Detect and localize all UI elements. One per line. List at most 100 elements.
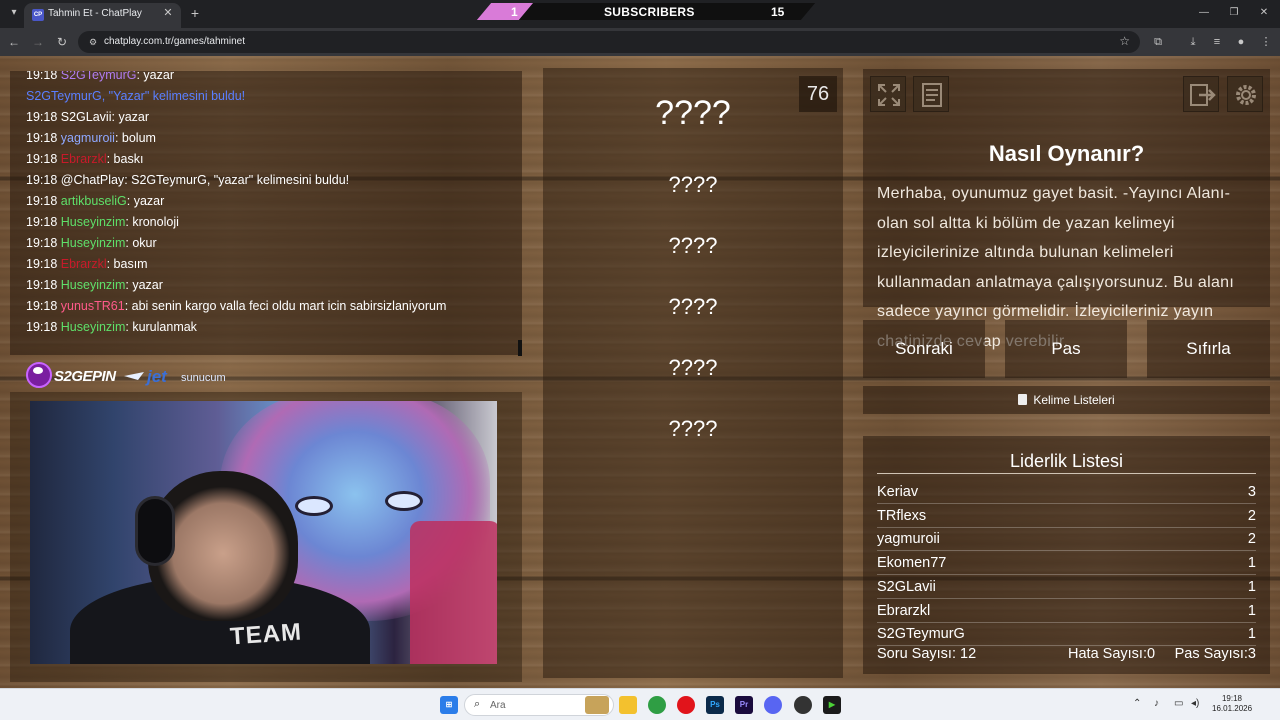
chat-username[interactable]: @ChatPlay [61, 173, 124, 187]
chat-username[interactable]: S2GLavii [61, 110, 112, 124]
chat-text: : yazar [126, 194, 165, 208]
game-page: 19:18 S2GTeymurG: yazar S2GTeymurG, "Yaza… [0, 56, 1280, 688]
new-tab-icon[interactable]: + [187, 5, 203, 21]
chat-message: 19:18 @ChatPlay: S2GTeymurG, "yazar" kel… [26, 172, 349, 188]
browser-tab[interactable]: CP Tahmin Et - ChatPlay ✕ [24, 3, 181, 28]
chat-username[interactable]: S2GTeymurG [61, 71, 137, 82]
taskbar-clock[interactable]: 19:18 16.01.2026 [1212, 694, 1252, 714]
leaderboard-name: TRflexs [877, 507, 927, 524]
tray-chevron-icon[interactable]: ⌃ [1133, 698, 1141, 709]
chat-username[interactable]: Huseyinzim [61, 236, 126, 250]
notes-icon[interactable] [913, 76, 949, 112]
hidden-word: ???? [668, 294, 718, 319]
chat-time: 19:18 [26, 278, 58, 292]
chat-text: : okur [125, 236, 157, 250]
back-icon[interactable]: ← [6, 34, 22, 50]
jet-logo-text: jet [147, 367, 167, 386]
hidden-word: ???? [668, 355, 718, 380]
chat-text: : S2GTeymurG, "yazar" kelimesini buldu! [124, 173, 350, 187]
chat-username[interactable]: yunusTR61 [61, 299, 125, 313]
start-icon[interactable]: ⊞ [440, 696, 458, 714]
bookmark-star-icon[interactable]: ☆ [1119, 34, 1130, 48]
reload-icon[interactable]: ↻ [54, 34, 70, 50]
volume-icon[interactable]: ◂) [1191, 698, 1199, 709]
chat-username[interactable]: S2GTeymurG, "Yazar" kelimesini buldu! [26, 89, 245, 103]
network-icon[interactable]: ▭ [1174, 698, 1183, 709]
gaming-chair [410, 521, 497, 664]
error-count-value: 0 [1146, 646, 1156, 662]
chat-username[interactable]: artikbuseliG [61, 194, 127, 208]
chrome-icon[interactable] [648, 696, 666, 714]
extensions-icon[interactable]: ⧉ [1150, 34, 1166, 50]
url-text[interactable]: chatplay.com.tr/games/tahminet [104, 36, 245, 47]
chatplay-favicon-icon: CP [32, 9, 44, 21]
leaderboard-score: 2 [1247, 507, 1256, 524]
menu-kebab-icon[interactable]: ⋮ [1258, 34, 1274, 50]
clock-date: 16.01.2026 [1212, 704, 1253, 713]
chat-username[interactable]: Huseyinzim [61, 278, 126, 292]
minimize-icon[interactable]: — [1194, 5, 1214, 21]
opera-icon[interactable] [677, 696, 695, 714]
hoodie-text: TEAM [229, 618, 303, 651]
leaderboard-score: 2 [1247, 531, 1256, 548]
chat-text: : kronoloji [125, 215, 179, 229]
chat-message: 19:18 Huseyinzim: kronoloji [26, 214, 179, 230]
word-lists-label: Kelime Listeleri [1033, 393, 1115, 407]
chat-message: 19:18 S2GTeymurG: yazar [26, 71, 174, 83]
forward-icon[interactable]: → [30, 34, 46, 50]
leaderboard-name: Ebrarzkl [877, 602, 931, 619]
s2g-logo-icon [26, 362, 52, 388]
gear-icon[interactable] [1227, 76, 1263, 112]
chat-text: : yazar [136, 71, 174, 82]
photoshop-icon[interactable]: Ps [706, 696, 724, 714]
sponsor-logos: S2GEPIN jet sunucum [26, 358, 246, 394]
omnibox[interactable]: ⚙ chatplay.com.tr/games/tahminet ☆ [78, 31, 1140, 53]
pass-button[interactable]: Pas [1005, 320, 1127, 378]
fullscreen-icon[interactable] [870, 76, 906, 112]
chat-username[interactable]: Huseyinzim [61, 215, 126, 229]
exit-icon[interactable] [1183, 76, 1219, 112]
word-list-icon [1018, 394, 1028, 405]
pass-count-value: 3 [1247, 646, 1256, 662]
chat-time: 19:18 [26, 215, 58, 229]
pass-count-label: Pas Sayısı: [1174, 646, 1248, 662]
close-window-icon[interactable]: ✕ [1254, 5, 1274, 21]
hidden-word: ???? [668, 233, 718, 258]
search-highlight-icon[interactable] [585, 696, 609, 714]
profile-avatar-icon[interactable]: ● [1233, 34, 1249, 50]
chat-time: 19:18 [26, 320, 58, 334]
word-lists-button[interactable]: Kelime Listeleri [863, 386, 1270, 414]
chat-message: 19:18 Huseyinzim: okur [26, 235, 157, 251]
chat-username[interactable]: Ebrarzkl [61, 152, 107, 166]
chat-time: 19:18 [26, 110, 58, 124]
chat-username[interactable]: Ebrarzkl [61, 257, 107, 271]
chat-text: : bolum [114, 131, 156, 145]
chat-time: 19:18 [26, 152, 58, 166]
restore-icon[interactable]: ❐ [1224, 5, 1244, 21]
tab-search-icon[interactable]: ▾ [6, 5, 22, 21]
close-tab-icon[interactable]: ✕ [161, 6, 175, 20]
leaderboard-row: TRflexs 2 [877, 505, 1256, 528]
chat-message: 19:18 Ebrarzkl: baskı [26, 151, 143, 167]
chat-username[interactable]: yagmuroii [61, 131, 115, 145]
clock-time: 19:18 [1221, 694, 1243, 703]
explorer-icon[interactable] [619, 696, 637, 714]
windows-taskbar: ⊞ ⌕ Ara Ps Pr ▶ ⌃ ♪ ▭ ◂) 19:18 16.01.202… [0, 688, 1280, 720]
reading-list-icon[interactable]: ≡ [1209, 34, 1225, 50]
discord-icon[interactable] [764, 696, 782, 714]
obs-icon[interactable] [794, 696, 812, 714]
terminal-icon[interactable]: ▶ [823, 696, 841, 714]
premiere-icon[interactable]: Pr [735, 696, 753, 714]
reset-button[interactable]: Sıfırla [1147, 320, 1270, 378]
download-icon[interactable]: ⤓ [1185, 34, 1201, 50]
site-info-icon[interactable]: ⚙ [86, 35, 100, 49]
chat-username[interactable]: Huseyinzim [61, 320, 126, 334]
next-button[interactable]: Sonraki [863, 320, 985, 378]
leaderboard-row: Keriav 3 [877, 481, 1256, 504]
chat-message: 19:18 Huseyinzim: kurulanmak [26, 319, 197, 335]
tab-title: Tahmin Et - ChatPlay [48, 8, 142, 19]
subscriber-label: SUBSCRIBERS [604, 5, 695, 19]
webcam-video: TEAM [30, 401, 497, 664]
chat-resize-handle[interactable] [518, 340, 522, 356]
microphone-icon[interactable]: ♪ [1154, 698, 1159, 709]
